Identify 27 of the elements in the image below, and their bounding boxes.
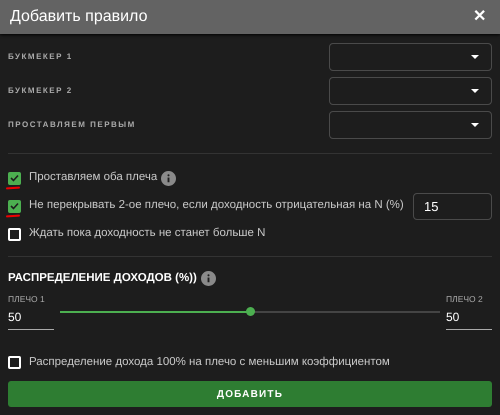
field-label: БУКМЕКЕР 2 <box>8 85 73 97</box>
checkbox[interactable] <box>8 200 21 212</box>
field-label: ПЛЕЧО 2 <box>446 293 484 306</box>
caret-icon <box>471 89 479 93</box>
caret-icon <box>471 55 479 59</box>
option-label: Распределение дохода 100% на плечо с меньшим коэффициентом <box>29 355 390 370</box>
close-button[interactable]: ✕ <box>469 9 490 25</box>
info-icon[interactable] <box>161 170 176 186</box>
number-field[interactable]: 15 <box>413 192 492 220</box>
field-label: ПЛЕЧО 1 <box>8 293 46 306</box>
section-title: РАСПРЕДЕЛЕНИЕ ДОХОДОВ (%)) <box>8 271 197 286</box>
field-label: ПРОСТАВЛЯЕМ ПЕРВЫМ <box>8 119 136 131</box>
select-field[interactable] <box>329 111 492 139</box>
add-button[interactable]: ДОБАВИТЬ <box>8 381 492 408</box>
select-field[interactable] <box>329 77 492 105</box>
checkbox[interactable] <box>8 172 21 184</box>
caret-icon <box>471 123 479 127</box>
option-label: Проставляем оба плеча <box>29 170 158 186</box>
option-label: Ждать пока доходность не станет больше N <box>29 226 266 242</box>
dialog-title: Добавить правило <box>10 7 148 27</box>
value-field[interactable]: 50 <box>446 306 492 330</box>
select-field[interactable] <box>329 43 492 71</box>
slider-thumb[interactable] <box>246 306 255 316</box>
value-field[interactable]: 50 <box>8 306 54 330</box>
info-icon[interactable] <box>200 271 216 286</box>
field-label: БУКМЕКЕР 1 <box>8 51 73 63</box>
option-label: Не перекрывать 2-ое плечо, если доходность отрицательная на N (%) <box>29 198 404 214</box>
